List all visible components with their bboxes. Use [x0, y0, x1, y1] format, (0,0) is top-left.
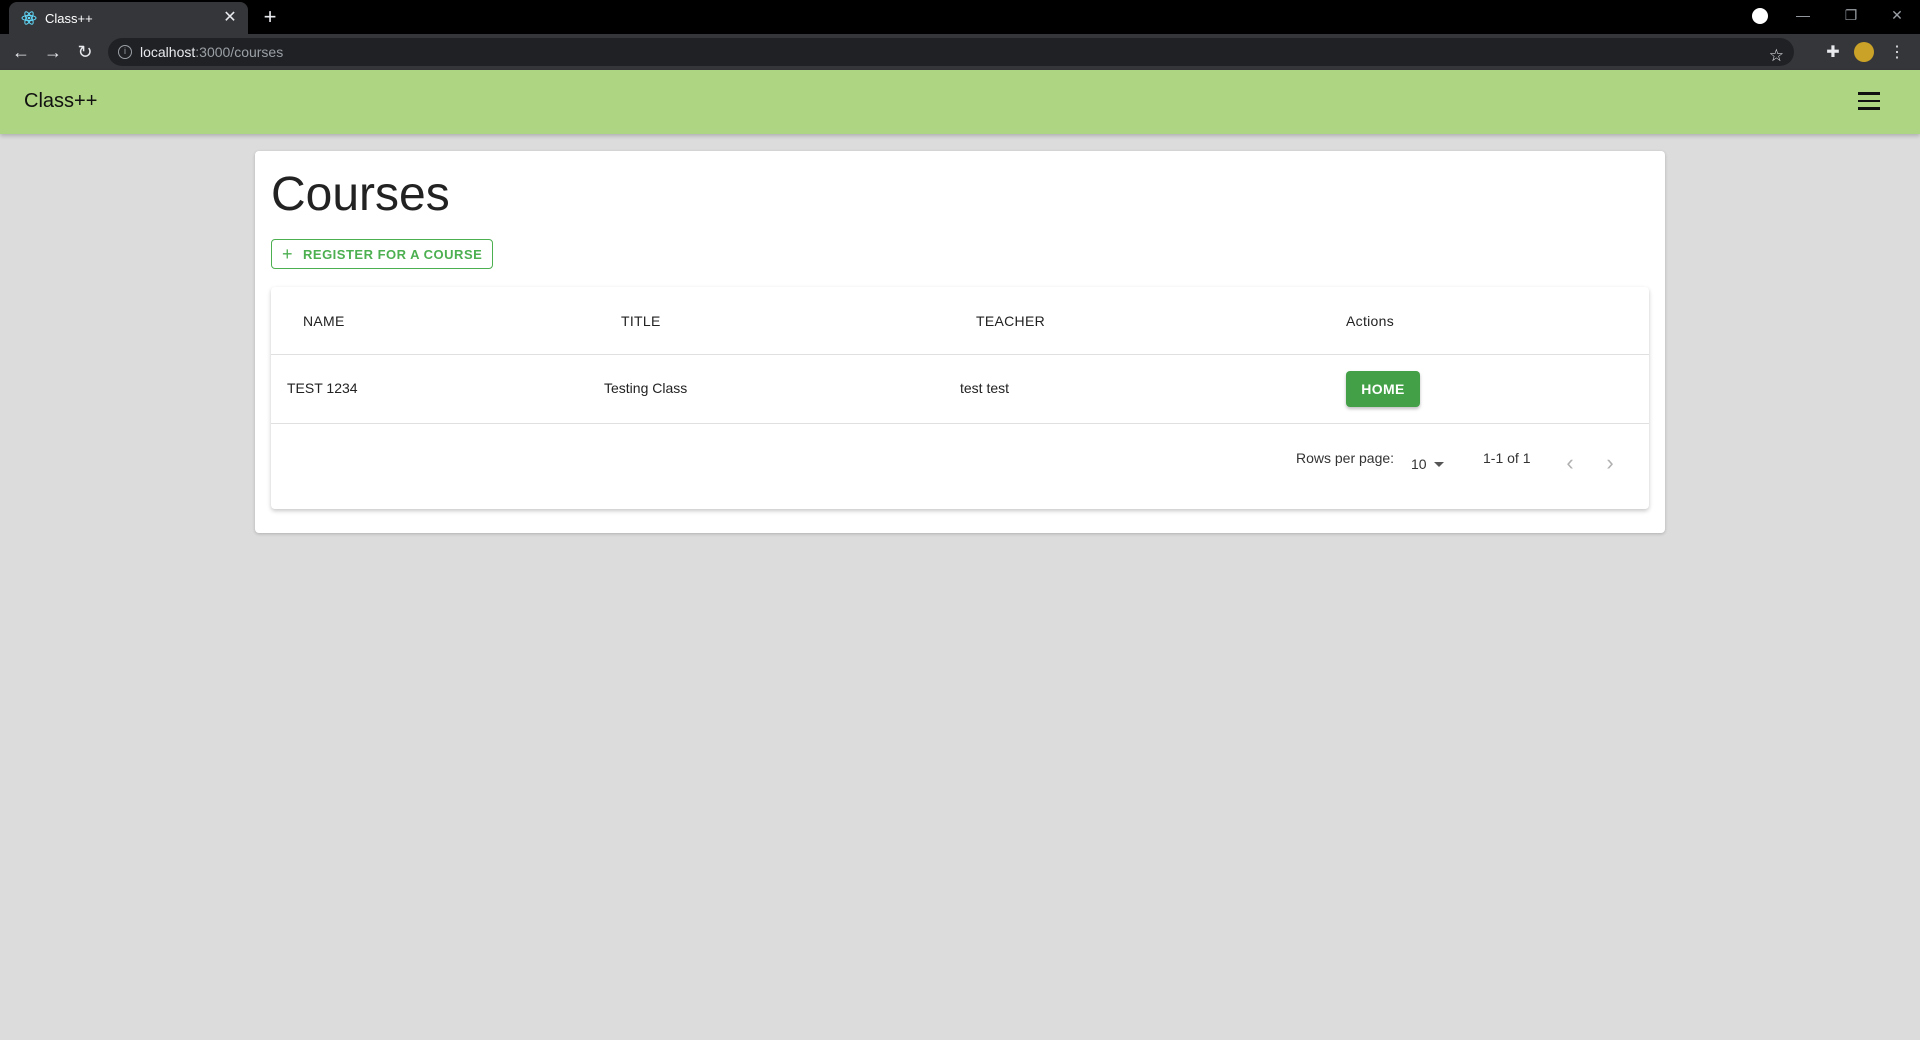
- reload-icon[interactable]: ↻: [73, 40, 97, 64]
- profile-menu-icon[interactable]: [1752, 8, 1768, 24]
- restore-icon[interactable]: ❐: [1828, 0, 1874, 30]
- table-header: NAME TITLE TEACHER Actions: [271, 287, 1649, 355]
- courses-table: NAME TITLE TEACHER Actions TEST 1234 Tes…: [271, 287, 1649, 509]
- home-button[interactable]: HOME: [1346, 371, 1420, 407]
- column-header-actions: Actions: [1346, 313, 1395, 329]
- more-vert-icon[interactable]: ⋮: [1886, 42, 1908, 64]
- cell-name: TEST 1234: [287, 380, 358, 396]
- app-bar: Class++: [0, 70, 1920, 134]
- react-icon: [21, 11, 37, 25]
- dropdown-caret-icon[interactable]: [1434, 462, 1444, 467]
- courses-card: Courses + REGISTER FOR A COURSE NAME TIT…: [255, 151, 1665, 533]
- page-title: Courses: [271, 168, 450, 221]
- browser-tabbar: Class++ ✕ + — ❐ ✕: [0, 0, 1920, 34]
- extensions-puzzle-icon[interactable]: ✚: [1822, 42, 1844, 64]
- cell-teacher: test test: [960, 380, 1010, 396]
- forward-icon[interactable]: →: [41, 40, 65, 64]
- rows-per-page-select[interactable]: 10: [1411, 456, 1427, 472]
- back-icon[interactable]: ←: [9, 40, 33, 64]
- minimize-icon[interactable]: —: [1780, 0, 1826, 30]
- cell-title: Testing Class: [604, 380, 688, 396]
- profile-avatar[interactable]: [1854, 42, 1874, 62]
- column-header-name[interactable]: NAME: [303, 313, 345, 329]
- new-tab-icon[interactable]: +: [258, 6, 282, 30]
- next-page-icon[interactable]: ›: [1594, 448, 1626, 480]
- bookmark-star-icon[interactable]: ☆: [1769, 42, 1784, 70]
- column-header-teacher[interactable]: TEACHER: [976, 313, 1045, 329]
- site-info-icon[interactable]: i: [118, 45, 132, 59]
- previous-page-icon[interactable]: ‹: [1554, 448, 1586, 480]
- browser-toolbar: ← → ↻ i localhost:3000/courses ☆ ✚ ⋮: [0, 34, 1920, 70]
- url-host: localhost: [140, 44, 196, 60]
- app-title: Class++: [24, 90, 98, 112]
- table-pagination: Rows per page: 10 1-1 of 1 ‹ ›: [271, 424, 1649, 509]
- table-row: TEST 1234 Testing Class test test HOME: [271, 355, 1649, 424]
- column-header-title[interactable]: TITLE: [621, 313, 661, 329]
- pagination-range: 1-1 of 1: [1483, 450, 1531, 466]
- rows-per-page-label: Rows per page:: [1296, 450, 1395, 466]
- close-tab-icon[interactable]: ✕: [220, 8, 240, 28]
- register-course-label: REGISTER FOR A COURSE: [303, 246, 483, 262]
- url-path: :3000/courses: [195, 44, 284, 60]
- hamburger-menu-icon[interactable]: [1858, 92, 1880, 112]
- plus-icon: +: [282, 244, 294, 264]
- register-course-button[interactable]: + REGISTER FOR A COURSE: [271, 239, 494, 269]
- window-close-icon[interactable]: ✕: [1874, 0, 1920, 30]
- address-bar[interactable]: i localhost:3000/courses ☆: [108, 38, 1794, 66]
- tab-title: Class++: [45, 10, 93, 26]
- browser-tab[interactable]: Class++ ✕: [9, 2, 248, 34]
